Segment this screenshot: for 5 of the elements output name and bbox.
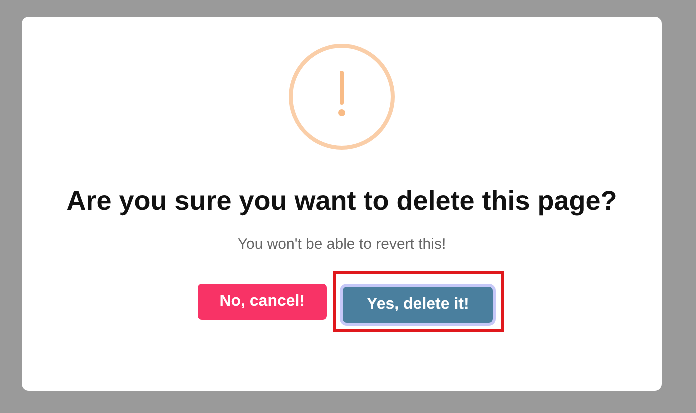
confirm-button[interactable]: Yes, delete it! xyxy=(343,287,494,323)
cancel-button[interactable]: No, cancel! xyxy=(198,284,328,320)
dialog-title: Are you sure you want to delete this page? xyxy=(66,185,618,218)
dialog-message: You won't be able to revert this! xyxy=(238,236,446,253)
warning-icon xyxy=(288,43,396,151)
